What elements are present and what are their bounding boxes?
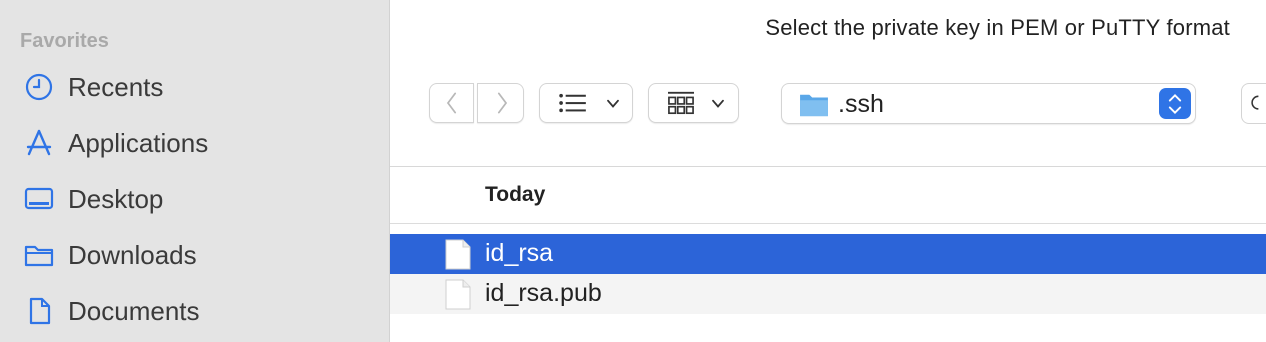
sidebar-item-label: Desktop — [68, 184, 164, 214]
folder-icon — [24, 245, 54, 267]
sidebar: Favorites Recents Applications Desktop D… — [0, 0, 390, 342]
dialog-prompt: Select the private key in PEM or PuTTY f… — [765, 15, 1230, 40]
up-down-arrows-icon — [1168, 93, 1182, 115]
sidebar-item-applications[interactable]: Applications — [0, 115, 389, 171]
list-view-icon — [559, 93, 586, 113]
list-view-button[interactable] — [539, 83, 633, 123]
folder-icon — [800, 94, 828, 117]
clock-icon — [25, 73, 53, 101]
file-row-id-rsa[interactable]: id_rsa — [390, 234, 1266, 274]
group-divider — [390, 223, 1266, 224]
sidebar-item-label: Recents — [68, 72, 164, 102]
file-icon — [445, 279, 471, 310]
toolbar-divider — [390, 166, 1266, 167]
sidebar-item-label: Applications — [68, 128, 209, 158]
sidebar-item-downloads[interactable]: Downloads — [0, 227, 389, 283]
group-header-today: Today — [485, 183, 546, 206]
sidebar-item-desktop[interactable]: Desktop — [0, 171, 389, 227]
path-stepper[interactable] — [1159, 88, 1191, 119]
group-view-button[interactable] — [648, 83, 739, 123]
sidebar-item-label: Documents — [68, 296, 200, 326]
search-button[interactable] — [1241, 83, 1266, 124]
chevron-right-icon — [497, 92, 508, 114]
file-name: id_rsa.pub — [485, 279, 602, 307]
file-browser: Select the private key in PEM or PuTTY f… — [390, 0, 1266, 342]
applications-icon — [26, 129, 52, 156]
grid-view-icon — [668, 91, 694, 115]
sidebar-item-documents[interactable]: Documents — [0, 283, 389, 339]
forward-button[interactable] — [477, 83, 524, 123]
chevron-left-icon — [446, 92, 457, 114]
sidebar-item-recents[interactable]: Recents — [0, 59, 389, 115]
chevron-down-icon — [712, 99, 724, 108]
back-button[interactable] — [429, 83, 474, 123]
file-row-id-rsa-pub[interactable]: id_rsa.pub — [390, 274, 1266, 314]
path-label: .ssh — [838, 90, 884, 118]
sidebar-item-label: Downloads — [68, 240, 197, 270]
chevron-down-icon — [607, 99, 619, 108]
sidebar-heading-favorites: Favorites — [20, 30, 109, 52]
file-name: id_rsa — [485, 239, 554, 267]
desktop-icon — [24, 187, 54, 210]
document-icon — [29, 297, 51, 325]
path-popup[interactable]: .ssh — [781, 83, 1196, 124]
search-icon — [1251, 95, 1259, 110]
file-icon — [445, 239, 471, 270]
